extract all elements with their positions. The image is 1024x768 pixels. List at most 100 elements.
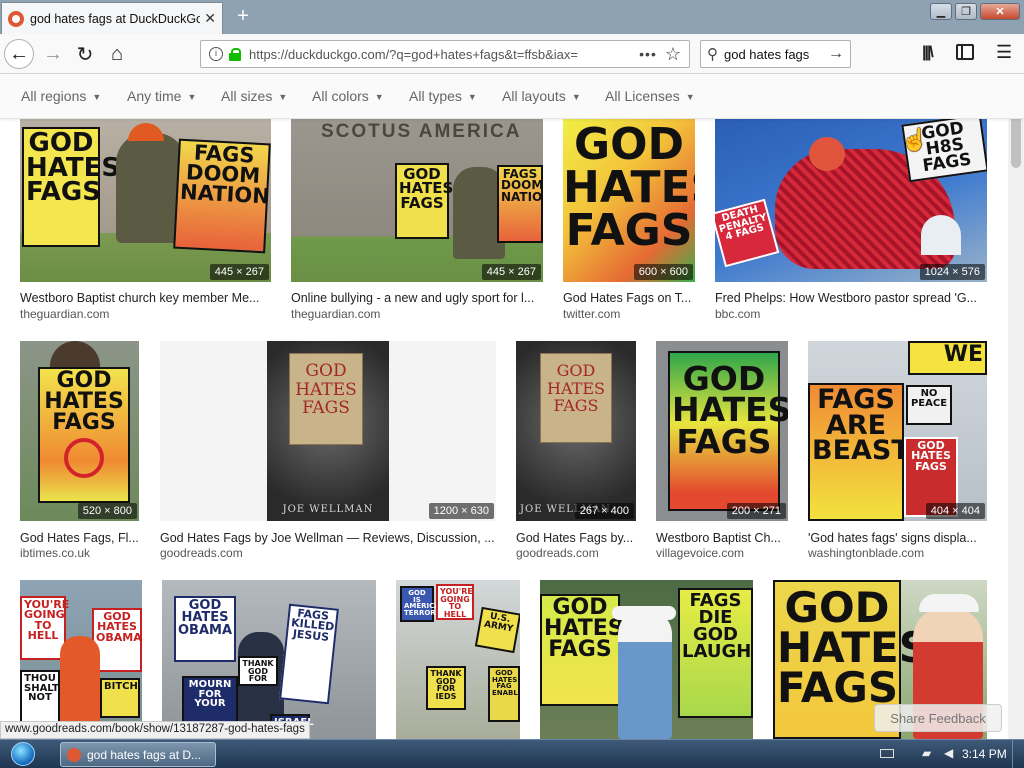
image-result[interactable]: GOD H8S FAGS DEATH PENALTY 4 FAGS 1024 ×… <box>715 119 987 324</box>
volume-icon[interactable]: ◀ <box>944 746 953 760</box>
taskbar-window-item[interactable]: god hates fags at D... <box>60 742 216 767</box>
result-source[interactable]: washingtonblade.com <box>808 546 924 560</box>
protest-sign: FAGS DOOM NATIONS <box>497 165 543 243</box>
image-result[interactable]: GOD IS AMERICA'S TERROR YOU'RE GOING TO … <box>396 580 520 739</box>
result-thumbnail[interactable]: GOD H8S FAGS DEATH PENALTY 4 FAGS 1024 ×… <box>715 119 987 282</box>
search-go-arrow-icon[interactable]: → <box>828 45 844 63</box>
result-title[interactable]: God Hates Fags by... <box>516 531 636 545</box>
result-thumbnail[interactable]: GOD HATES FAGS JOE WELLMAN 1200 × 630 <box>160 341 496 521</box>
maximize-window-button[interactable]: ❐ <box>955 3 977 20</box>
lock-icon <box>229 47 241 61</box>
cowboy-hat <box>612 606 676 620</box>
hamburger-menu-icon[interactable]: ☰ <box>996 42 1012 63</box>
page-scrollbar[interactable] <box>1008 100 1024 740</box>
chevron-down-icon: ▼ <box>187 92 197 103</box>
network-icon[interactable]: ▰ <box>922 746 931 760</box>
result-title[interactable]: Westboro Baptist church key member Me... <box>20 291 271 305</box>
image-result[interactable]: GOD HATES FAGS 520 × 800 God Hates Fags,… <box>20 341 139 563</box>
result-source[interactable]: ibtimes.co.uk <box>20 546 90 560</box>
image-dimensions: 445 × 267 <box>209 264 269 280</box>
filter-licenses[interactable]: All Licenses ▼ <box>605 88 695 104</box>
image-result[interactable]: GOD HATES FAGS JOE WELLMAN 267 × 400 God… <box>516 341 636 563</box>
reload-icon[interactable]: ↻ <box>70 39 100 69</box>
result-source[interactable]: villagevoice.com <box>656 546 744 560</box>
search-input[interactable]: god hates fags <box>724 47 828 62</box>
result-thumbnail[interactable]: GOD HATES FAGS FAGS DOOM NATIONS 445 × 2… <box>20 119 271 282</box>
link-status-bar: www.goodreads.com/book/show/13187287-god… <box>0 721 310 739</box>
result-source[interactable]: twitter.com <box>563 307 620 321</box>
image-dimensions: 200 × 271 <box>726 503 786 519</box>
image-dimensions: 267 × 400 <box>574 503 634 519</box>
result-title[interactable]: God Hates Fags on T... <box>563 291 695 305</box>
filter-colors[interactable]: All colors ▼ <box>312 88 384 104</box>
book-cover-title: GOD HATES FAGS <box>540 353 612 443</box>
filter-regions[interactable]: All regions ▼ <box>21 88 101 104</box>
protest-sign: YOU'RE GOING TO HELL <box>436 584 474 620</box>
result-title[interactable]: Westboro Baptist Ch... <box>656 531 788 545</box>
home-icon[interactable]: ⌂ <box>102 39 132 69</box>
result-thumbnail[interactable]: SCOTUS AMERICA GOD HATES FAGS FAGS DOOM … <box>291 119 543 282</box>
search-bar[interactable]: ⚲ god hates fags → <box>700 40 851 68</box>
result-title[interactable]: God Hates Fags by Joe Wellman — Reviews,… <box>160 531 496 545</box>
result-title[interactable]: Fred Phelps: How Westboro pastor spread … <box>715 291 987 305</box>
result-source[interactable]: goodreads.com <box>516 546 599 560</box>
library-icon[interactable]: |||\ <box>922 44 934 62</box>
protest-sign: DEATH PENALTY 4 FAGS <box>715 198 780 268</box>
minimize-window-button[interactable]: ▁ <box>930 3 952 20</box>
url-text[interactable]: https://duckduckgo.com/?q=god+hates+fags… <box>249 47 633 62</box>
result-thumbnail[interactable]: WE FAGS ARE BEASTS NO PEACE GOD HATES FA… <box>808 341 987 521</box>
image-result[interactable]: GOD HATES OBAMA FAGS KILLED JESUS ISRAEL… <box>162 580 376 739</box>
result-source[interactable]: bbc.com <box>715 307 760 321</box>
page-actions-icon[interactable]: ••• <box>639 46 657 62</box>
new-tab-icon[interactable]: + <box>232 5 254 27</box>
image-result[interactable]: YOU'RE GOING TO HELL GOD HATES OBAMA BIT… <box>20 580 142 739</box>
system-clock[interactable]: 3:14 PM <box>962 747 1007 761</box>
filter-layouts[interactable]: All layouts ▼ <box>502 88 581 104</box>
chevron-down-icon: ▼ <box>467 92 477 103</box>
image-result[interactable]: GOD HATES FAGS 200 × 271 Westboro Baptis… <box>656 341 788 563</box>
image-result[interactable]: WE FAGS ARE BEASTS NO PEACE GOD HATES FA… <box>808 341 987 563</box>
result-thumbnail[interactable]: GOD HATES FAGS 200 × 271 <box>656 341 788 521</box>
protest-sign: GOD IS AMERICA'S TERROR <box>400 586 447 622</box>
filter-types[interactable]: All types ▼ <box>409 88 477 104</box>
result-source[interactable]: theguardian.com <box>291 307 380 321</box>
filter-sizes[interactable]: All sizes ▼ <box>221 88 287 104</box>
result-thumbnail[interactable]: GOD HATES FAGS 520 × 800 <box>20 341 139 521</box>
start-button[interactable] <box>8 740 38 768</box>
cowboy-hat <box>919 594 979 612</box>
filter-time[interactable]: Any time ▼ <box>127 88 196 104</box>
result-source[interactable]: theguardian.com <box>20 307 109 321</box>
keyboard-icon[interactable] <box>880 749 894 758</box>
sidebar-icon[interactable] <box>956 44 974 60</box>
result-title[interactable]: Online bullying - a new and ugly sport f… <box>291 291 543 305</box>
share-feedback-button[interactable]: Share Feedback <box>874 704 1002 732</box>
image-result[interactable]: SCOTUS AMERICA GOD HATES FAGS FAGS DOOM … <box>291 119 543 324</box>
show-desktop-button[interactable] <box>1012 740 1024 768</box>
back-arrow-icon[interactable]: ← <box>4 39 34 69</box>
result-thumbnail[interactable]: GOD HATES FAGS 600 × 600 <box>563 119 695 282</box>
info-icon[interactable]: i <box>209 47 223 61</box>
image-dimensions: 520 × 800 <box>77 503 137 519</box>
result-title[interactable]: 'God hates fags' signs displa... <box>808 531 987 545</box>
close-window-button[interactable]: ✕ <box>980 3 1020 20</box>
result-thumbnail[interactable]: GOD HATES FAGS FAGS DIE GOD LAUGHS <box>540 580 753 739</box>
filter-bar: All regions ▼ Any time ▼ All sizes ▼ All co… <box>0 75 1024 119</box>
result-thumbnail[interactable]: GOD IS AMERICA'S TERROR YOU'RE GOING TO … <box>396 580 520 739</box>
browser-tab[interactable]: god hates fags at DuckDuckGo ✕ <box>1 2 223 34</box>
bookmark-star-icon[interactable]: ☆ <box>665 44 681 65</box>
result-thumbnail[interactable]: YOU'RE GOING TO HELL GOD HATES OBAMA BIT… <box>20 580 142 739</box>
result-source[interactable]: goodreads.com <box>160 546 243 560</box>
forward-arrow-icon[interactable]: → <box>38 39 68 69</box>
image-result[interactable]: GOD HATES FAGS FAGS DOOM NATIONS 445 × 2… <box>20 119 271 324</box>
image-result[interactable]: GOD HATES FAGS FAGS DIE GOD LAUGHS <box>540 580 753 739</box>
result-thumbnail[interactable]: GOD HATES OBAMA FAGS KILLED JESUS ISRAEL… <box>162 580 376 739</box>
close-tab-icon[interactable]: ✕ <box>204 10 216 27</box>
result-title[interactable]: God Hates Fags, Fl... <box>20 531 139 545</box>
url-bar[interactable]: i https://duckduckgo.com/?q=god+hates+fa… <box>200 40 690 68</box>
protest-sign: GOD HATES FAGS <box>22 127 120 247</box>
image-result[interactable]: GOD HATES FAGS JOE WELLMAN 1200 × 630 Go… <box>160 341 496 563</box>
filter-label: Any time <box>127 88 182 104</box>
image-result[interactable]: GOD HATES FAGS 600 × 600 God Hates Fags … <box>563 119 695 324</box>
capitol-dome <box>921 215 961 255</box>
result-thumbnail[interactable]: GOD HATES FAGS JOE WELLMAN 267 × 400 <box>516 341 636 521</box>
